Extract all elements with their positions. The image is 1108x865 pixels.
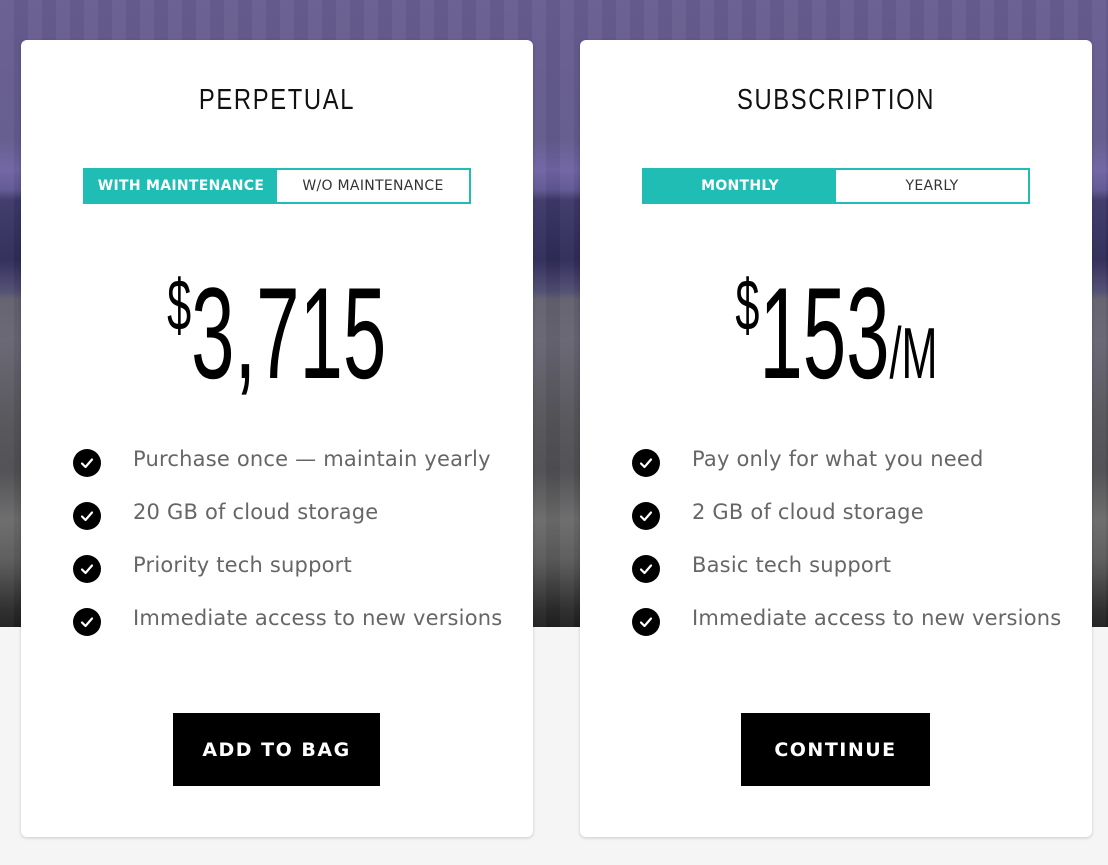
feature-list: Purchase once — maintain yearly 20 GB of…	[73, 432, 502, 644]
feature-item: Pay only for what you need	[632, 432, 1061, 485]
price-currency: $	[734, 266, 759, 346]
feature-item: Immediate access to new versions	[73, 591, 502, 644]
check-circle-icon	[632, 554, 660, 583]
feature-item: Priority tech support	[73, 538, 502, 591]
toggle-option-monthly[interactable]: MONTHLY	[644, 170, 836, 202]
feature-text: Basic tech support	[692, 552, 892, 577]
check-circle-icon	[73, 607, 101, 636]
price-amount: 153	[758, 260, 890, 406]
feature-text: Immediate access to new versions	[692, 605, 1062, 630]
check-circle-icon	[73, 501, 101, 530]
plan-card-perpetual: PERPETUAL WITH MAINTENANCE W/O MAINTENAN…	[21, 40, 533, 837]
plan-price: $3,715	[21, 265, 533, 398]
feature-item: Basic tech support	[632, 538, 1061, 591]
check-circle-icon	[632, 448, 660, 477]
price-currency: $	[167, 266, 192, 346]
check-circle-icon	[632, 501, 660, 530]
add-to-bag-button[interactable]: ADD TO BAG	[173, 713, 380, 786]
plan-title: SUBSCRIPTION	[736, 84, 936, 116]
check-circle-icon	[73, 554, 101, 583]
toggle-option-with-maintenance[interactable]: WITH MAINTENANCE	[85, 170, 277, 202]
feature-text: 2 GB of cloud storage	[692, 499, 924, 524]
check-circle-icon	[632, 607, 660, 636]
feature-item: 20 GB of cloud storage	[73, 485, 502, 538]
continue-button[interactable]: CONTINUE	[741, 713, 930, 786]
feature-item: Immediate access to new versions	[632, 591, 1061, 644]
price-period: /M	[889, 314, 938, 394]
feature-text: Pay only for what you need	[692, 446, 984, 471]
toggle-option-yearly[interactable]: YEARLY	[836, 170, 1028, 202]
feature-text: Purchase once — maintain yearly	[133, 446, 491, 471]
plan-price: $153/M	[580, 265, 1092, 398]
plan-title: PERPETUAL	[198, 84, 356, 116]
check-circle-icon	[73, 448, 101, 477]
maintenance-toggle[interactable]: WITH MAINTENANCE W/O MAINTENANCE	[83, 168, 471, 204]
feature-item: Purchase once — maintain yearly	[73, 432, 502, 485]
plan-card-subscription: SUBSCRIPTION MONTHLY YEARLY $153/M Pay o…	[580, 40, 1092, 837]
feature-item: 2 GB of cloud storage	[632, 485, 1061, 538]
billing-period-toggle[interactable]: MONTHLY YEARLY	[642, 168, 1030, 204]
feature-text: 20 GB of cloud storage	[133, 499, 379, 524]
price-amount: 3,715	[191, 260, 387, 406]
feature-text: Immediate access to new versions	[133, 605, 503, 630]
toggle-option-without-maintenance[interactable]: W/O MAINTENANCE	[277, 170, 469, 202]
feature-list: Pay only for what you need 2 GB of cloud…	[632, 432, 1061, 644]
feature-text: Priority tech support	[133, 552, 352, 577]
